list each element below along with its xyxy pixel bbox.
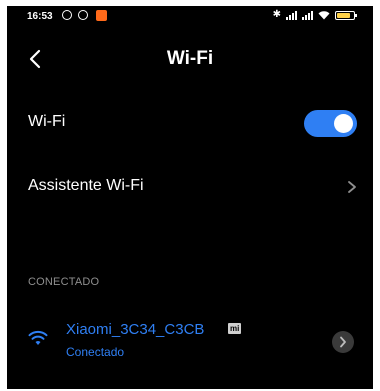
status-bar-right: ✱ — [272, 9, 357, 20]
chevron-right-icon — [340, 336, 346, 348]
app-notification-icon — [96, 10, 107, 21]
status-bar: 16:53 ✱ — [7, 6, 373, 28]
gear-icon — [62, 10, 72, 20]
network-name: Xiaomi_3C34_C3CB — [66, 321, 205, 338]
toggle-knob — [334, 114, 353, 133]
settings-screen: 16:53 ✱ Wi-Fi Wi-Fi Assistente Wi-Fi CON… — [7, 6, 373, 389]
mi-badge: mi — [228, 323, 242, 334]
wifi-assistant-row[interactable]: Assistente Wi-Fi — [7, 166, 373, 206]
battery-icon — [335, 10, 357, 20]
connected-network-row[interactable]: Xiaomi_3C34_C3CB mi Conectado — [7, 318, 373, 366]
battery-level — [337, 12, 350, 18]
chevron-right-icon — [348, 181, 356, 193]
page-title: Wi-Fi — [166, 48, 214, 69]
wifi-toggle-row[interactable]: Wi-Fi — [7, 102, 373, 142]
wifi-toggle-label: Wi-Fi — [28, 113, 66, 130]
bluetooth-icon: ✱ — [272, 9, 281, 20]
signal-icon — [302, 10, 313, 20]
section-header-connected: CONECTADO — [28, 276, 100, 288]
wifi-toggle[interactable] — [304, 110, 357, 137]
wifi-assistant-label: Assistente Wi-Fi — [28, 177, 144, 194]
network-status: Conectado — [66, 345, 125, 359]
alarm-icon — [78, 10, 88, 20]
wifi-icon — [28, 330, 48, 345]
wifi-icon — [318, 11, 330, 20]
signal-icon — [286, 10, 297, 20]
status-time: 16:53 — [27, 11, 53, 22]
network-detail-button[interactable] — [332, 331, 354, 353]
